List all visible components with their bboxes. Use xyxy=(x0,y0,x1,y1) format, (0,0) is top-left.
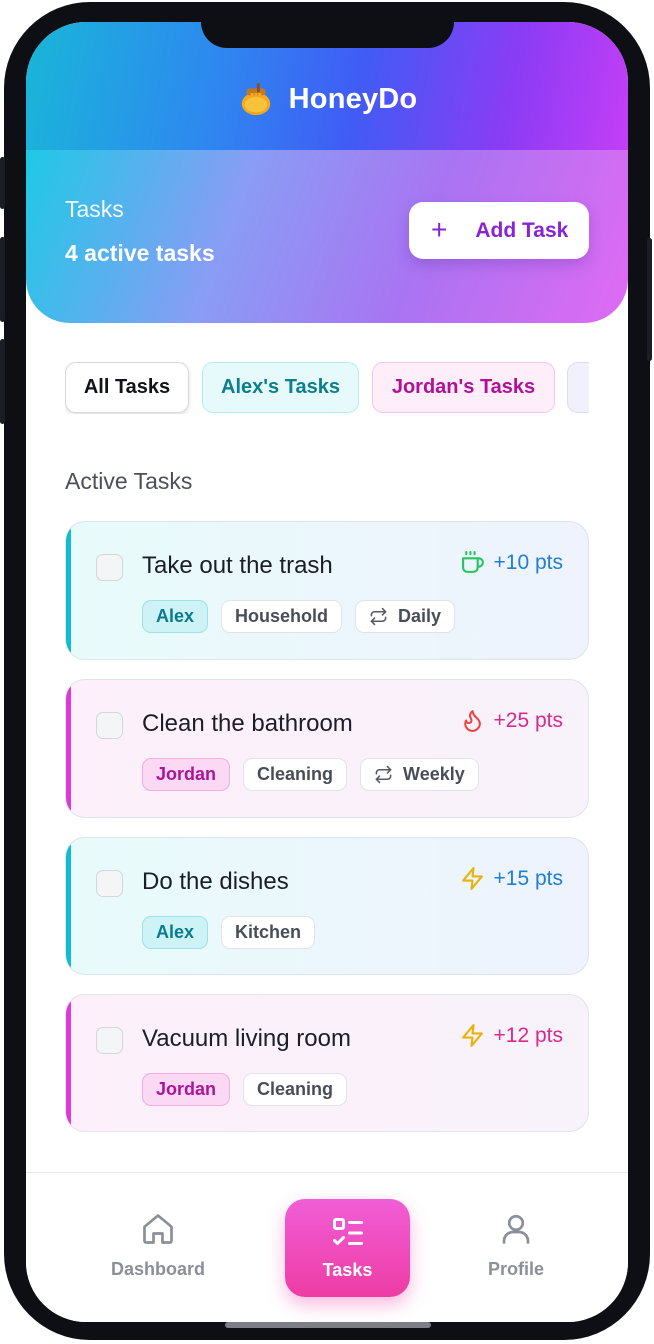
task-title: Clean the bathroom xyxy=(142,710,353,737)
task-points-value: +12 pts xyxy=(493,1023,563,1047)
recurrence-tag: Weekly xyxy=(360,758,479,791)
home-indicator xyxy=(225,1322,431,1328)
task-points: +12 pts xyxy=(460,1023,563,1048)
recurrence-tag: Daily xyxy=(355,600,456,633)
notch xyxy=(201,22,454,48)
flame-icon xyxy=(463,710,481,732)
task-points: +10 pts xyxy=(460,550,563,575)
task-filter-bar: All Tasks Alex's Tasks Jordan's Tasks xyxy=(65,362,589,414)
filter-alex-tasks[interactable]: Alex's Tasks xyxy=(202,362,359,413)
brand: HoneyDo xyxy=(26,80,628,118)
tasks-hero: Tasks 4 active tasks + Add Task xyxy=(26,150,628,323)
task-title: Take out the trash xyxy=(142,552,333,579)
task-checkbox[interactable] xyxy=(96,1027,123,1054)
lightning-icon xyxy=(461,1024,483,1047)
task-card[interactable]: Clean the bathroom +25 pts Jordan Cleani… xyxy=(65,679,589,818)
task-points-value: +10 pts xyxy=(493,550,563,574)
filter-jordan-tasks[interactable]: Jordan's Tasks xyxy=(372,362,555,413)
filter-more[interactable] xyxy=(567,362,589,413)
task-points: +15 pts xyxy=(460,866,563,891)
add-task-label: Add Task xyxy=(475,218,569,242)
repeat-icon xyxy=(375,765,392,784)
owner-tag: Alex xyxy=(142,600,209,633)
task-card[interactable]: Vacuum living room +12 pts Jordan Cleani… xyxy=(65,994,589,1132)
owner-tag: Alex xyxy=(142,916,209,949)
task-tags: Jordan Cleaning Weekly xyxy=(142,758,479,791)
recurrence-label: Weekly xyxy=(403,764,465,784)
nav-tasks-label: Tasks xyxy=(322,1260,373,1280)
task-title: Do the dishes xyxy=(142,868,289,895)
nav-dashboard-label: Dashboard xyxy=(110,1259,206,1279)
task-checkbox[interactable] xyxy=(96,870,123,897)
nav-profile[interactable]: Profile xyxy=(456,1211,576,1280)
repeat-icon xyxy=(370,607,387,626)
phone-side-button xyxy=(0,157,5,209)
lightning-icon xyxy=(461,867,483,890)
active-task-count: 4 active tasks xyxy=(65,240,215,266)
task-card[interactable]: Do the dishes +15 pts Alex Kitchen xyxy=(65,837,589,975)
category-tag: Kitchen xyxy=(221,916,316,949)
home-icon xyxy=(143,1214,173,1244)
nav-profile-label: Profile xyxy=(487,1259,544,1279)
checklist-icon xyxy=(332,1218,363,1245)
category-tag: Household xyxy=(221,600,343,633)
nav-dashboard[interactable]: Dashboard xyxy=(98,1211,218,1280)
task-points: +25 pts xyxy=(460,708,563,733)
task-points-value: +25 pts xyxy=(493,708,563,732)
nav-tasks[interactable]: Tasks xyxy=(285,1199,410,1297)
recurrence-label: Daily xyxy=(398,606,442,626)
task-title: Vacuum living room xyxy=(142,1025,351,1052)
task-points-value: +15 pts xyxy=(493,866,563,890)
phone-side-button xyxy=(0,339,5,424)
task-checkbox[interactable] xyxy=(96,712,123,739)
category-tag: Cleaning xyxy=(243,1073,348,1106)
task-tags: Alex Household Daily xyxy=(142,600,456,633)
phone-side-button xyxy=(0,237,5,322)
task-checkbox[interactable] xyxy=(96,554,123,581)
task-tags: Alex Kitchen xyxy=(142,916,316,949)
app-screen: HoneyDo Tasks 4 active tasks + Add Task … xyxy=(26,22,628,1322)
category-tag: Cleaning xyxy=(243,758,348,791)
task-card[interactable]: Take out the trash +10 pts Alex Househol… xyxy=(65,521,589,660)
owner-tag: Jordan xyxy=(142,758,231,791)
owner-tag: Jordan xyxy=(142,1073,231,1106)
coffee-cup-icon xyxy=(461,551,484,573)
phone-side-button xyxy=(647,238,652,361)
app-name: HoneyDo xyxy=(288,82,418,115)
user-icon xyxy=(502,1214,530,1244)
page-title: Tasks xyxy=(65,196,124,222)
add-task-button[interactable]: + Add Task xyxy=(409,202,589,259)
task-tags: Jordan Cleaning xyxy=(142,1073,348,1106)
bottom-nav: Dashboard Tasks Profile xyxy=(26,1172,628,1322)
section-title: Active Tasks xyxy=(65,468,193,494)
honey-pot-icon xyxy=(241,82,270,116)
filter-all-tasks[interactable]: All Tasks xyxy=(65,362,189,413)
plus-icon: + xyxy=(431,213,448,245)
